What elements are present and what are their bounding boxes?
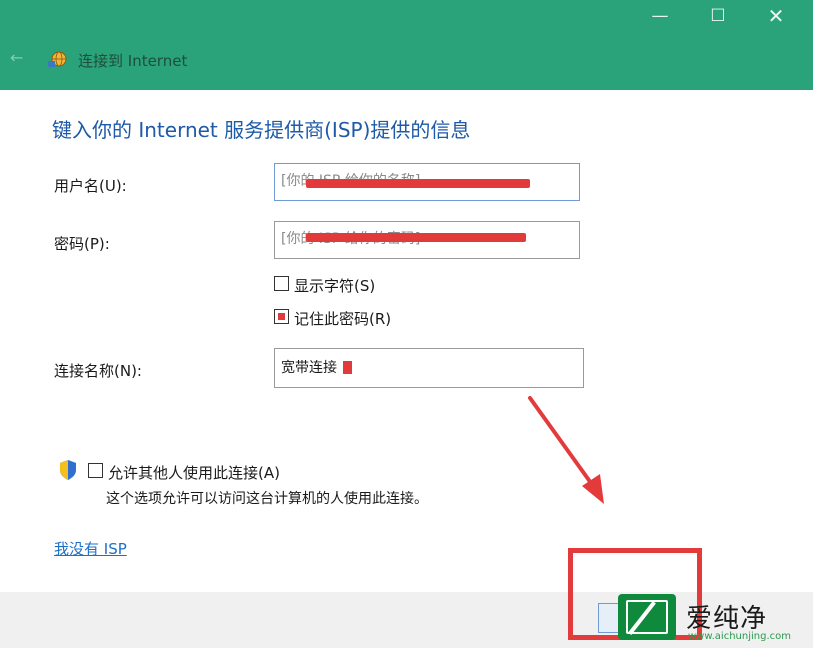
- annotation-arrow: [528, 396, 604, 504]
- show-chars-label: 显示字符(S): [294, 277, 376, 295]
- allow-others-checkbox[interactable]: [88, 463, 103, 478]
- connection-name-label: 连接名称(N):: [54, 362, 142, 380]
- allow-others-label: 允许其他人使用此连接(A): [108, 464, 280, 482]
- watermark-brand: 爱纯净: [686, 604, 768, 634]
- close-button[interactable]: ✕: [758, 2, 794, 30]
- page-title: 键入你的 Internet 服务提供商(ISP)提供的信息: [52, 118, 471, 142]
- connection-name-value: 宽带连接: [281, 360, 337, 376]
- maximize-button[interactable]: ☐: [700, 2, 736, 30]
- redaction-mark: [306, 179, 530, 188]
- connection-name-field[interactable]: 宽带连接: [274, 348, 584, 388]
- uac-shield-icon: [60, 460, 76, 480]
- redaction-mark: [343, 361, 352, 374]
- checkbox-mark: [278, 313, 285, 320]
- remember-password-label: 记住此密码(R): [294, 310, 392, 328]
- no-isp-link[interactable]: 我没有 ISP: [54, 538, 127, 559]
- redaction-mark: [306, 233, 526, 242]
- allow-others-description: 这个选项允许可以访问这台计算机的人使用此连接。: [106, 491, 428, 507]
- watermark-url: www.aichunjing.com: [688, 631, 791, 642]
- minimize-button[interactable]: —: [642, 2, 678, 30]
- window-titlebar: [0, 0, 813, 90]
- network-globe-icon: [48, 51, 67, 67]
- password-label: 密码(P):: [54, 235, 110, 253]
- back-arrow-icon[interactable]: ←: [10, 48, 30, 68]
- username-label: 用户名(U):: [54, 177, 127, 195]
- window-title: 连接到 Internet: [78, 52, 188, 70]
- show-chars-checkbox[interactable]: [274, 276, 289, 291]
- remember-password-checkbox[interactable]: [274, 309, 289, 324]
